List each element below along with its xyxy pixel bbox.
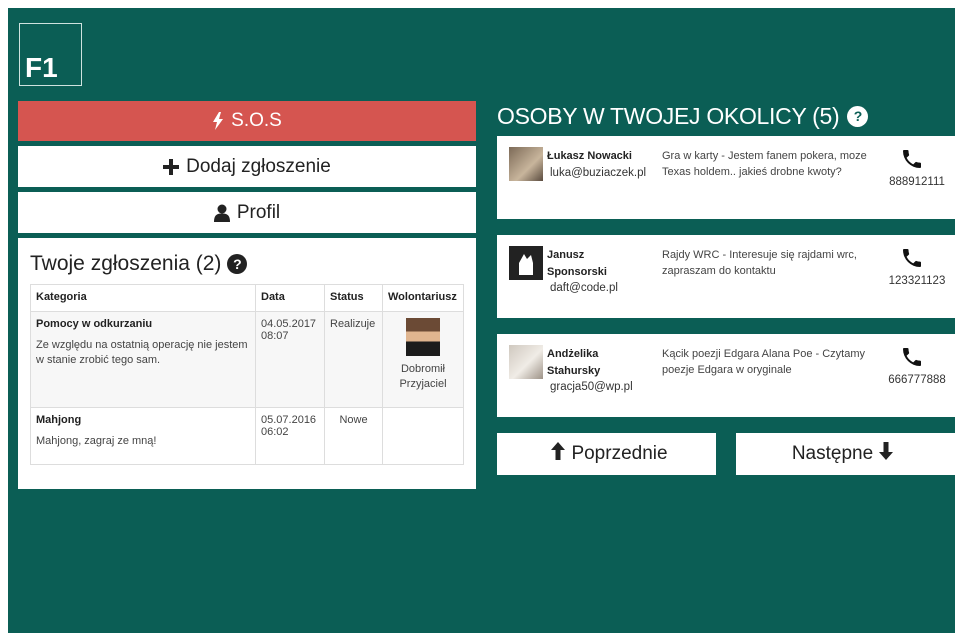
volunteer-cell: [382, 407, 464, 465]
right-column: OSOBY W TWOJEJ OKOLICY (5) ? Łukasz Nowa…: [497, 101, 955, 475]
request-title: Mahjong: [36, 414, 82, 426]
category-cell: Mahjong Mahjong, zagraj ze mną!: [30, 407, 256, 465]
arrow-down-icon: [879, 442, 894, 466]
phone-block[interactable]: 666777888: [877, 345, 947, 386]
person-card[interactable]: Łukasz Nowacki luka@buziaczek.pl Gra w k…: [497, 136, 955, 219]
phone-number[interactable]: 123321123: [889, 275, 946, 287]
previous-label: Poprzednie: [571, 443, 668, 464]
plus-icon: [163, 158, 180, 175]
requests-heading: Twoje zgłoszenia (2) ?: [30, 252, 464, 276]
request-status: Nowe: [339, 414, 368, 426]
person-card[interactable]: Andżelika Stahursky gracja50@wp.pl Kącik…: [497, 334, 955, 417]
nearby-title: OSOBY W TWOJEJ OKOLICY (5): [497, 102, 840, 129]
next-button[interactable]: Następne: [736, 433, 955, 475]
nearby-heading: OSOBY W TWOJEJ OKOLICY (5) ?: [497, 101, 955, 131]
user-icon: [213, 204, 230, 222]
pagination: Poprzednie Następne: [497, 433, 955, 475]
add-request-label: Dodaj zgłoszenie: [186, 155, 331, 177]
phone-icon[interactable]: [877, 345, 947, 371]
request-time: 08:07: [261, 330, 289, 342]
table-row[interactable]: Mahjong Mahjong, zagraj ze mną! 05.07.20…: [30, 407, 464, 465]
person-email[interactable]: gracja50@wp.pl: [550, 381, 633, 393]
previous-button[interactable]: Poprzednie: [497, 433, 716, 475]
person-name: Andżelika Stahursky: [547, 348, 601, 377]
request-description: Ze względu na ostatnią operację nie jest…: [36, 339, 248, 366]
requests-table: Kategoria Data Status Wolontariusz Pomoc…: [30, 284, 464, 465]
column-header: Wolontariusz: [382, 284, 464, 312]
category-cell: Pomocy w odkurzaniu Ze względu na ostatn…: [30, 311, 256, 408]
next-label: Następne: [791, 443, 874, 464]
sos-label: S.O.S: [231, 110, 282, 131]
phone-number[interactable]: 888912111: [889, 176, 945, 188]
requests-panel: Twoje zgłoszenia (2) ? Kategoria Data St…: [18, 238, 476, 489]
phone-block[interactable]: 888912111: [877, 147, 947, 188]
avatar: [509, 345, 543, 379]
arrow-up-icon: [551, 442, 566, 466]
status-cell: Nowe: [324, 407, 383, 465]
person-email[interactable]: luka@buziaczek.pl: [550, 167, 646, 179]
app-background: F1 S.O.S Dodaj zgłoszenie Profil Twoje z…: [8, 8, 955, 633]
person-card[interactable]: Janusz Sponsorski daft@code.pl Rajdy WRC…: [497, 235, 955, 318]
phone-icon[interactable]: [877, 147, 947, 173]
requests-title: Twoje zgłoszenia (2): [30, 252, 222, 275]
left-column: S.O.S Dodaj zgłoszenie Profil Twoje zgło…: [18, 101, 476, 489]
date-cell: 05.07.2016 06:02: [255, 407, 325, 465]
table-row[interactable]: Pomocy w odkurzaniu Ze względu na ostatn…: [30, 311, 464, 408]
phone-number[interactable]: 666777888: [888, 374, 946, 386]
column-header: Kategoria: [30, 284, 256, 312]
status-cell: Realizuje: [324, 311, 383, 408]
request-date: 04.05.2017: [261, 318, 317, 330]
person-description: Rajdy WRC - Interesuje się rajdami wrc, …: [662, 249, 857, 277]
column-header: Data: [255, 284, 325, 312]
person-description: Kącik poezji Edgara Alana Poe - Czytamy …: [662, 348, 865, 376]
request-description: Mahjong, zagraj ze mną!: [36, 435, 157, 447]
volunteer-cell: Dobromił Przyjaciel: [382, 311, 464, 408]
add-request-button[interactable]: Dodaj zgłoszenie: [18, 146, 476, 187]
person-description: Gra w karty - Jestem fanem pokera, moze …: [662, 150, 867, 178]
logo-text: F1: [25, 52, 58, 83]
bolt-icon: [212, 112, 224, 130]
person-email[interactable]: daft@code.pl: [550, 282, 618, 294]
table-header-row: Kategoria Data Status Wolontariusz: [30, 284, 464, 312]
sos-button[interactable]: S.O.S: [18, 101, 476, 141]
request-time: 06:02: [261, 426, 289, 438]
column-header: Status: [324, 284, 383, 312]
avatar: [509, 147, 543, 181]
question-icon[interactable]: ?: [847, 105, 869, 127]
logo[interactable]: F1: [19, 23, 82, 86]
volunteer-name[interactable]: Dobromił Przyjaciel: [388, 362, 458, 392]
profile-button[interactable]: Profil: [18, 192, 476, 233]
phone-icon[interactable]: [877, 246, 947, 272]
profile-label: Profil: [236, 201, 281, 223]
person-name: Łukasz Nowacki: [547, 150, 632, 162]
avatar: [509, 246, 543, 280]
request-date: 05.07.2016: [261, 414, 317, 426]
request-status: Realizuje: [330, 318, 376, 330]
person-name: Janusz Sponsorski: [547, 249, 607, 278]
phone-block[interactable]: 123321123: [877, 246, 947, 287]
question-icon[interactable]: ?: [227, 254, 248, 274]
request-title: Pomocy w odkurzaniu: [36, 318, 153, 330]
date-cell: 04.05.2017 08:07: [255, 311, 325, 408]
volunteer-avatar[interactable]: [406, 318, 440, 356]
